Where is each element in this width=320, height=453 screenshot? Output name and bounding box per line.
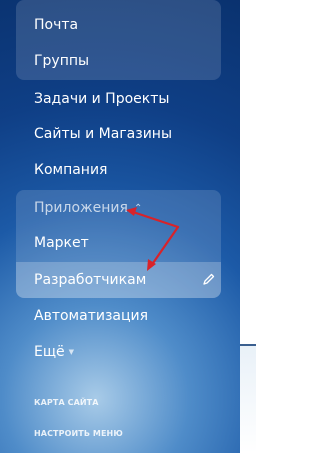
apps-label: Приложения [34, 200, 128, 216]
more-label: Ещё [34, 344, 65, 360]
site-map-link[interactable]: КАРТА САЙТА [34, 398, 99, 407]
menu-item-automation[interactable]: Автоматизация [34, 298, 148, 334]
caret-down-icon: ▼ [68, 348, 75, 356]
menu-item-mail[interactable]: Почта [34, 7, 78, 43]
menu-item-developers[interactable]: Разработчикам [34, 262, 146, 298]
chevron-up-icon: ⌃ [133, 203, 143, 214]
menu-item-tasks-projects[interactable]: Задачи и Проекты [34, 81, 169, 117]
menu-item-market[interactable]: Маркет [34, 225, 89, 261]
menu-item-more[interactable]: Ещё ▼ [34, 334, 74, 370]
menu-item-sites-shops[interactable]: Сайты и Магазины [34, 116, 172, 152]
pencil-icon[interactable] [202, 272, 216, 286]
menu-item-groups[interactable]: Группы [34, 43, 89, 79]
customize-menu-link[interactable]: НАСТРОИТЬ МЕНЮ [34, 429, 123, 438]
menu-group-apps[interactable]: Приложения ⌃ [34, 190, 142, 226]
menu-item-company[interactable]: Компания [34, 152, 107, 188]
content-area-edge [240, 346, 256, 453]
